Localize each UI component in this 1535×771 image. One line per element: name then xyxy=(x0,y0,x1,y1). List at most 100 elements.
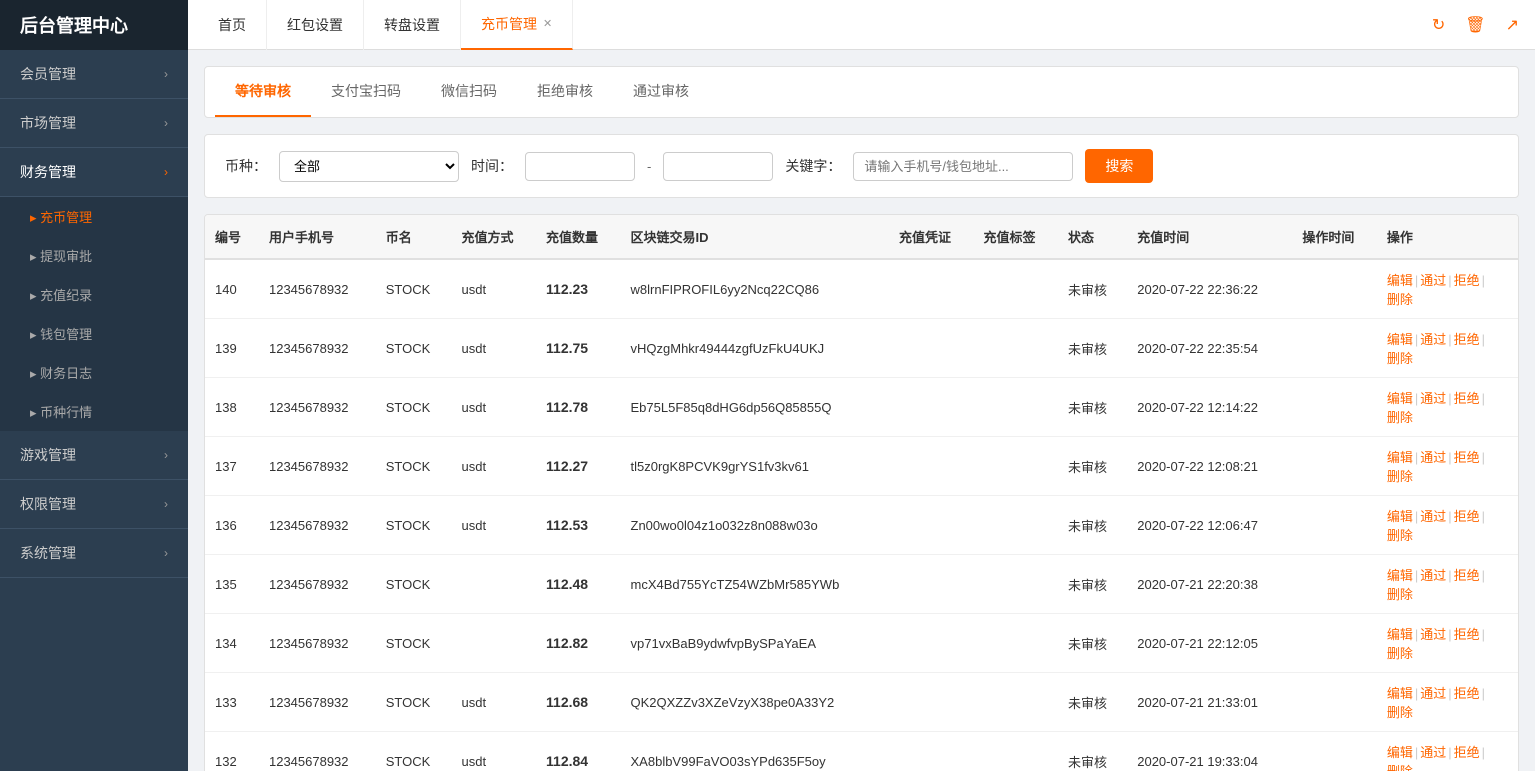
delete-action[interactable]: 删除 xyxy=(1387,764,1413,771)
sidebar-item-market2[interactable]: 币种行情 xyxy=(0,392,188,431)
edit-action[interactable]: 编辑 xyxy=(1387,391,1413,406)
reject-action[interactable]: 拒绝 xyxy=(1454,450,1480,465)
approve-action[interactable]: 通过 xyxy=(1420,686,1446,701)
sidebar-item-wallet[interactable]: 钱包管理 xyxy=(0,314,188,353)
cell-recharge-time: 2020-07-22 22:36:22 xyxy=(1127,259,1292,319)
cell-id: 140 xyxy=(205,259,259,319)
edit-action[interactable]: 编辑 xyxy=(1387,450,1413,465)
tab-home[interactable]: 首页 xyxy=(198,0,267,50)
sub-tab-alipay[interactable]: 支付宝扫码 xyxy=(311,67,421,117)
sidebar-item-recharge[interactable]: 充币管理 xyxy=(0,197,188,236)
edit-action[interactable]: 编辑 xyxy=(1387,627,1413,642)
approve-action[interactable]: 通过 xyxy=(1420,450,1446,465)
sidebar-item-log[interactable]: 财务日志 xyxy=(0,353,188,392)
approve-action[interactable]: 通过 xyxy=(1420,509,1446,524)
sidebar: 后台管理中心 会员管理 › 市场管理 › 财务管理 › 充币管理 提现审批 充值… xyxy=(0,0,188,771)
sidebar-item-system[interactable]: 系统管理 › xyxy=(0,529,188,578)
reject-action[interactable]: 拒绝 xyxy=(1454,686,1480,701)
approve-action[interactable]: 通过 xyxy=(1420,745,1446,760)
cell-status: 未审核 xyxy=(1058,555,1127,614)
edit-action[interactable]: 编辑 xyxy=(1387,509,1413,524)
sub-tab-approved[interactable]: 通过审核 xyxy=(613,67,709,117)
cell-recharge-time: 2020-07-21 21:33:01 xyxy=(1127,673,1292,732)
search-button[interactable]: 搜索 xyxy=(1085,149,1153,183)
time-end-input[interactable] xyxy=(663,152,773,181)
delete-action[interactable]: 删除 xyxy=(1387,469,1413,484)
cell-coin: STOCK xyxy=(376,319,452,378)
reject-action[interactable]: 拒绝 xyxy=(1454,332,1480,347)
delete-action[interactable]: 删除 xyxy=(1387,528,1413,543)
cell-op-time xyxy=(1292,673,1377,732)
cell-op-time xyxy=(1292,614,1377,673)
table-row: 132 12345678932 STOCK usdt 112.84 XA8blb… xyxy=(205,732,1518,771)
reject-action[interactable]: 拒绝 xyxy=(1454,391,1480,406)
delete-icon[interactable]: 🗑 xyxy=(1459,11,1491,39)
sidebar-item-member[interactable]: 会员管理 › xyxy=(0,50,188,99)
cell-recharge-time: 2020-07-21 22:12:05 xyxy=(1127,614,1292,673)
delete-action[interactable]: 删除 xyxy=(1387,410,1413,425)
approve-action[interactable]: 通过 xyxy=(1420,568,1446,583)
table-row: 137 12345678932 STOCK usdt 112.27 tl5z0r… xyxy=(205,437,1518,496)
sidebar-item-withdraw[interactable]: 提现审批 xyxy=(0,236,188,275)
reject-action[interactable]: 拒绝 xyxy=(1454,627,1480,642)
cell-tag xyxy=(973,437,1058,496)
tab-recharge[interactable]: 充币管理 ✕ xyxy=(461,0,573,50)
cell-actions: 编辑|通过|拒绝|删除 xyxy=(1377,259,1518,319)
sub-tab-rejected[interactable]: 拒绝审核 xyxy=(517,67,613,117)
col-actions: 操作 xyxy=(1377,215,1518,259)
sidebar-item-permission[interactable]: 权限管理 › xyxy=(0,480,188,529)
sidebar-item-finance[interactable]: 财务管理 › xyxy=(0,148,188,197)
edit-action[interactable]: 编辑 xyxy=(1387,273,1413,288)
cell-phone: 12345678932 xyxy=(259,259,376,319)
sidebar-item-game[interactable]: 游戏管理 › xyxy=(0,431,188,480)
sidebar-item-market[interactable]: 市场管理 › xyxy=(0,99,188,148)
currency-select[interactable]: 全部 STOCK USDT BTC ETH xyxy=(279,151,459,182)
time-start-input[interactable] xyxy=(525,152,635,181)
expand-icon[interactable]: ↗ xyxy=(1500,11,1525,39)
col-txid: 区块链交易ID xyxy=(621,215,889,259)
delete-action[interactable]: 删除 xyxy=(1387,705,1413,720)
cell-op-time xyxy=(1292,319,1377,378)
cell-phone: 12345678932 xyxy=(259,555,376,614)
edit-action[interactable]: 编辑 xyxy=(1387,745,1413,760)
cell-phone: 12345678932 xyxy=(259,673,376,732)
delete-action[interactable]: 删除 xyxy=(1387,292,1413,307)
delete-action[interactable]: 删除 xyxy=(1387,587,1413,602)
approve-action[interactable]: 通过 xyxy=(1420,273,1446,288)
delete-action[interactable]: 删除 xyxy=(1387,351,1413,366)
cell-amount: 112.23 xyxy=(536,259,621,319)
approve-action[interactable]: 通过 xyxy=(1420,391,1446,406)
cell-tag xyxy=(973,319,1058,378)
reject-action[interactable]: 拒绝 xyxy=(1454,273,1480,288)
tab-redpacket[interactable]: 红包设置 xyxy=(267,0,364,50)
reject-action[interactable]: 拒绝 xyxy=(1454,509,1480,524)
edit-action[interactable]: 编辑 xyxy=(1387,686,1413,701)
table-row: 135 12345678932 STOCK 112.48 mcX4Bd755Yc… xyxy=(205,555,1518,614)
reject-action[interactable]: 拒绝 xyxy=(1454,745,1480,760)
chevron-right-icon: › xyxy=(164,546,168,560)
edit-action[interactable]: 编辑 xyxy=(1387,568,1413,583)
approve-action[interactable]: 通过 xyxy=(1420,332,1446,347)
cell-op-time xyxy=(1292,378,1377,437)
tab-spinner[interactable]: 转盘设置 xyxy=(364,0,461,50)
table-row: 138 12345678932 STOCK usdt 112.78 Eb75L5… xyxy=(205,378,1518,437)
cell-amount: 112.82 xyxy=(536,614,621,673)
refresh-icon[interactable]: ↻ xyxy=(1426,11,1451,39)
close-icon[interactable]: ✕ xyxy=(543,17,552,30)
col-coin: 币名 xyxy=(376,215,452,259)
reject-action[interactable]: 拒绝 xyxy=(1454,568,1480,583)
approve-action[interactable]: 通过 xyxy=(1420,627,1446,642)
col-amount: 充值数量 xyxy=(536,215,621,259)
sub-tab-wechat[interactable]: 微信扫码 xyxy=(421,67,517,117)
sub-tab-pending[interactable]: 等待审核 xyxy=(215,67,311,117)
col-voucher: 充值凭证 xyxy=(889,215,974,259)
delete-action[interactable]: 删除 xyxy=(1387,646,1413,661)
cell-status: 未审核 xyxy=(1058,614,1127,673)
cell-txid: tl5z0rgK8PCVK9grYS1fv3kv61 xyxy=(621,437,889,496)
edit-action[interactable]: 编辑 xyxy=(1387,332,1413,347)
sidebar-item-record[interactable]: 充值纪录 xyxy=(0,275,188,314)
cell-id: 135 xyxy=(205,555,259,614)
cell-phone: 12345678932 xyxy=(259,614,376,673)
cell-voucher xyxy=(889,496,974,555)
keyword-input[interactable] xyxy=(853,152,1073,181)
